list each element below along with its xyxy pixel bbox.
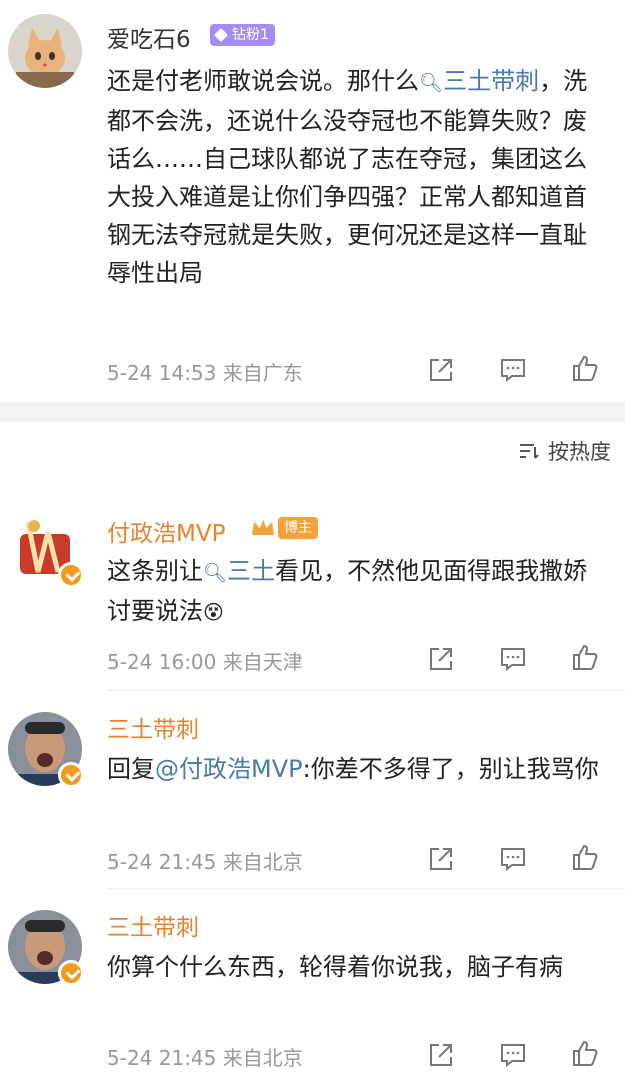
mention-link[interactable]: 🔍︎三土带刺 [419,67,539,95]
like-button[interactable] [570,1038,600,1068]
mention-text: 三土 [227,557,276,585]
sort-toggle[interactable]: 按热度 [518,436,611,466]
comment-text: 回复@付政浩MVP:你差不多得了，别让我骂你 [107,750,605,788]
thumbs-up-icon [573,355,598,381]
row-divider [107,690,625,691]
reply-button[interactable] [498,844,528,874]
reply-item: 三土带刺 回复@付政浩MVP:你差不多得了，别让我骂你 5-24 21:45 来… [0,700,625,890]
comment-icon [501,1044,525,1068]
search-icon: 🔍︎ [419,72,444,94]
cat-avatar-icon [8,14,82,88]
reply-item: 三土带刺 你算个什么东西，轮得着你说我，脑子有病 5-24 21:45 来自北京 [0,898,625,1082]
share-icon [430,848,452,870]
username[interactable]: 爱吃石6 [107,20,191,54]
sort-label: 按热度 [548,440,611,464]
like-button[interactable] [570,353,600,383]
mention-link[interactable]: @付政浩MVP [155,755,303,783]
comment-meta: 5-24 21:45 来自北京 [107,1046,303,1070]
thumbs-up-icon [573,844,598,870]
share-button[interactable] [426,1040,456,1070]
comment-icon [501,848,525,872]
search-icon: 🔍︎ [203,562,228,584]
reply-button[interactable] [498,1040,528,1070]
share-icon [430,359,452,381]
comment-meta: 5-24 16:00 来自天津 [107,650,303,674]
comment-icon [501,648,525,672]
username[interactable]: 付政浩MVP [107,514,225,548]
reply-button[interactable] [498,644,528,674]
comment-text-part: 还是付老师敢说会说。那什么 [107,67,419,95]
share-button[interactable] [426,644,456,674]
original-comment: 爱吃石6 钻粉1 还是付老师敢说会说。那什么🔍︎三土带刺，洗都不会洗，还说什么没… [0,0,625,402]
avatar[interactable] [8,712,84,788]
like-button[interactable] [570,642,600,672]
comment-icon [501,359,525,383]
comment-text-part: :你差不多得了，别让我骂你 [302,755,599,783]
username[interactable]: 三土带刺 [107,710,199,744]
share-icon [430,648,452,670]
username[interactable]: 三土带刺 [107,908,199,942]
reply-item: 付政浩MVP 博主 这条别让🔍︎三土看见，不然他见面得跟我撒娇讨要说法😵 5-2… [0,500,625,690]
verified-icon [58,562,84,588]
sort-icon [520,444,539,459]
comment-text: 这条别让🔍︎三土看见，不然他见面得跟我撒娇讨要说法😵 [107,552,605,631]
comment-text-part: 回复 [107,755,155,783]
share-icon [430,1044,452,1066]
dizzy-emoji-icon: 😵 [203,600,224,624]
mention-text: 三土带刺 [443,67,540,95]
comment-meta: 5-24 14:53 来自广东 [107,361,303,385]
comment-text: 你算个什么东西，轮得着你说我，脑子有病 [107,953,563,981]
comment-text-part: ，洗都不会洗，还说什么没夺冠也不能算失败？废话么……自己球队都说了志在夺冠，集团… [107,67,588,287]
section-divider [0,402,625,422]
share-button[interactable] [426,355,456,385]
avatar[interactable] [8,512,84,588]
comment-text: 还是付老师敢说会说。那什么🔍︎三土带刺，洗都不会洗，还说什么没夺冠也不能算失败？… [107,62,605,292]
comment-meta: 5-24 21:45 来自北京 [107,850,303,874]
avatar[interactable] [8,910,84,986]
verified-icon [58,762,84,788]
comment-text-part: 这条别让 [107,557,203,585]
thumbs-up-icon [573,1040,598,1066]
like-button[interactable] [570,842,600,872]
share-button[interactable] [426,844,456,874]
reply-button[interactable] [498,355,528,385]
verified-icon [58,960,84,986]
fan-badge: 钻粉1 [210,24,275,46]
thumbs-up-icon [573,644,598,670]
row-divider [107,888,625,889]
blogger-badge: 博主 [278,517,318,539]
mention-link[interactable]: 🔍︎三土 [203,557,275,585]
crown-icon [250,516,276,538]
avatar[interactable] [8,14,82,88]
